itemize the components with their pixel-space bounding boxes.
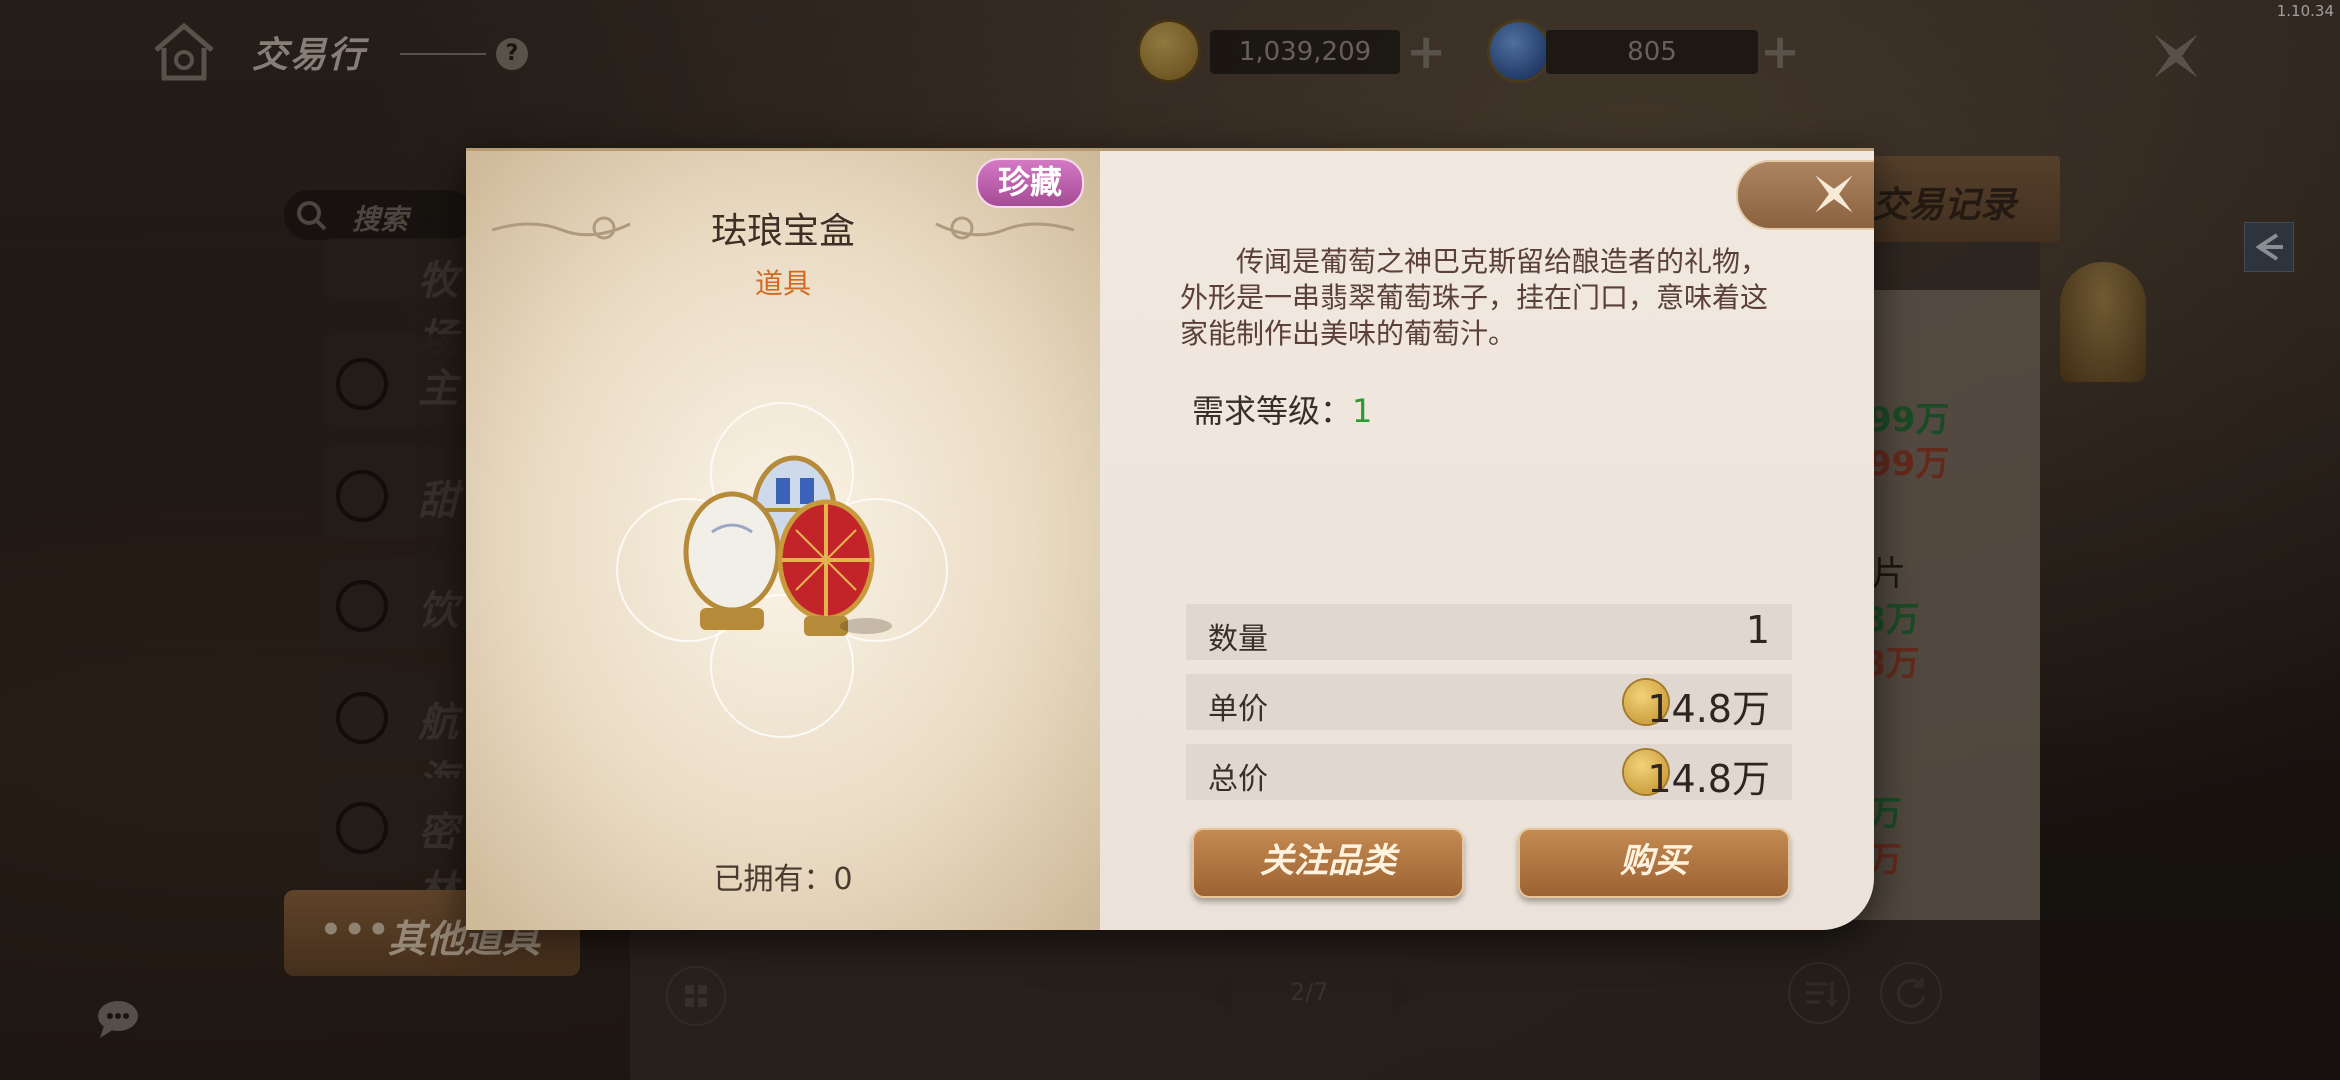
quantity-value[interactable]: 1 xyxy=(1746,608,1770,652)
quantity-row[interactable]: 数量 1 xyxy=(1186,604,1792,660)
requirement-level: 需求等级：1 xyxy=(1192,392,1373,430)
item-description: 传闻是葡萄之神巴克斯留给酿造者的礼物，外形是一串翡翠葡萄珠子，挂在门口，意味着这… xyxy=(1180,245,1769,350)
item-detail-dialog: 珍藏 珐琅宝盒 道具 已拥有：0 传闻是葡萄之神巴克斯留给酿造者的礼物，外形是一… xyxy=(466,148,1874,930)
unit-price-row: 单价 14.8万 xyxy=(1186,674,1792,731)
total-price-row: 总价 14.8万 xyxy=(1186,744,1792,801)
item-type: 道具 xyxy=(754,267,811,300)
enamel-box-icon xyxy=(683,455,892,636)
buy-button[interactable]: 购买 xyxy=(1518,828,1790,898)
close-icon xyxy=(1815,175,1853,213)
follow-category-button[interactable]: 关注品类 xyxy=(1192,828,1464,898)
item-preview-panel: 珍藏 珐琅宝盒 道具 已拥有：0 xyxy=(466,148,1100,930)
item-name: 珐琅宝盒 xyxy=(710,211,855,252)
owned-count: 已拥有：0 xyxy=(713,862,853,897)
rare-badge: 珍藏 xyxy=(976,158,1084,208)
close-button[interactable] xyxy=(1736,160,1874,230)
dialog-top-border xyxy=(466,148,1874,151)
